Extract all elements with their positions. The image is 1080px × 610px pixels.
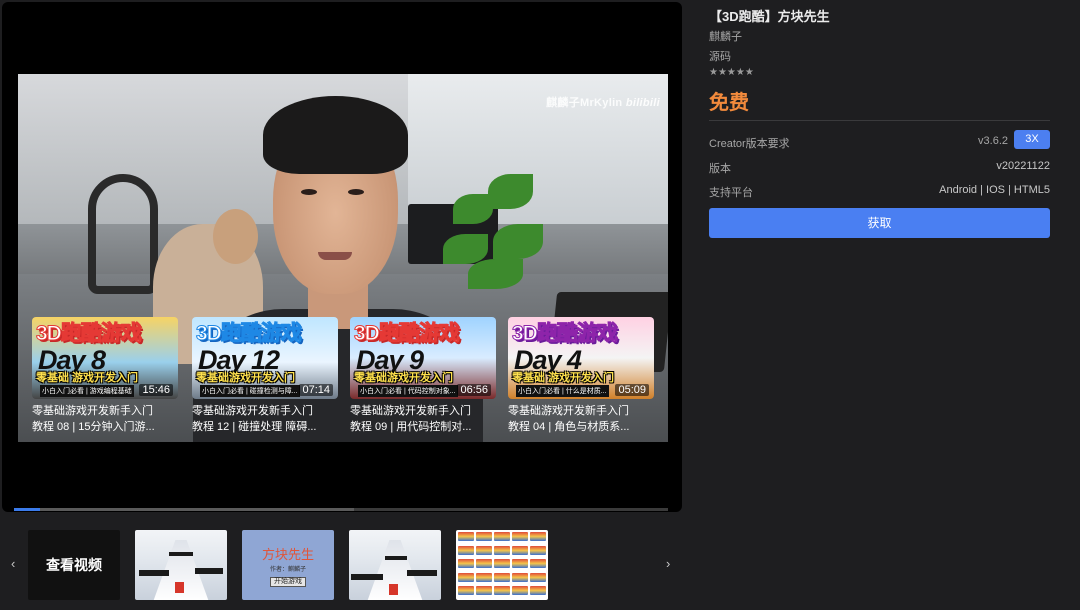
presenter-mouth (318, 252, 352, 260)
caption-line: 教程 08 | 15分钟入门游... (32, 421, 155, 433)
screenshot-thumb[interactable]: 方块先生 作者：麒麟子 开始游戏 (242, 530, 334, 600)
screenshot-thumb[interactable] (456, 530, 548, 600)
end-card-caption[interactable]: 零基础游戏开发新手入门 教程 04 | 角色与材质系... (508, 403, 654, 435)
row-value: v20221122 (996, 160, 1050, 172)
caption-line: 教程 09 | 用代码控制对... (350, 421, 472, 433)
product-author[interactable]: 麒麟子 (709, 28, 742, 44)
scene-chair (88, 174, 158, 294)
watch-video-thumb[interactable]: 查看视频 (28, 530, 120, 600)
caption-line: 教程 04 | 角色与材质系... (508, 421, 630, 433)
thumb-title: 3D跑酷游戏 (196, 322, 303, 346)
end-card-caption[interactable]: 零基础游戏开发新手入门 教程 09 | 用代码控制对... (350, 403, 496, 435)
scene-background-person-head (213, 209, 258, 264)
thumb-banner: 零基础游戏开发入门 (196, 372, 295, 384)
video-duration: 15:46 (139, 384, 173, 396)
video-progress-fill (14, 508, 41, 511)
obstacle-block (385, 556, 407, 560)
video-watermark: 麒麟子MrKylin bilibili (546, 94, 660, 110)
thumb-subtitle: 小白入门必看 | 碰撞检测与障... (200, 385, 300, 397)
end-card[interactable]: 3D跑酷游戏 Day 12 零基础游戏开发入门 小白入门必看 | 碰撞检测与障.… (192, 317, 338, 435)
caption-line: 零基础游戏开发新手入门 (32, 405, 153, 417)
caption-line: 零基础游戏开发新手入门 (192, 405, 313, 417)
end-card-caption[interactable]: 零基础游戏开发新手入门 教程 12 | 碰撞处理 障碍... (192, 403, 338, 435)
product-price: 免费 (709, 92, 749, 114)
caption-line: 零基础游戏开发新手入门 (508, 405, 629, 417)
end-cards: 3D跑酷游戏 Day 8 零基础 游戏开发入门 小白入门必看 | 游戏编程基础 … (32, 317, 668, 437)
end-card-thumbnail[interactable]: 3D跑酷游戏 Day 4 零基础 游戏开发入门 小白入门必看 | 什么是材质..… (508, 317, 654, 399)
thumb-subtitle: 小白入门必看 | 什么是材质... (516, 385, 609, 397)
row-value: Android | IOS | HTML5 (939, 184, 1050, 196)
version-badge[interactable]: 3X (1014, 130, 1050, 149)
caption-line: 教程 12 | 碰撞处理 障碍... (192, 421, 317, 433)
rating-stars-icon: ★★★★★ (709, 67, 754, 78)
video-duration: 07:14 (299, 384, 333, 396)
row-value: v3.6.2 (978, 135, 1008, 147)
obstacle-block (351, 574, 383, 580)
end-card[interactable]: 3D跑酷游戏 Day 9 零基础游戏开发入门 小白入门必看 | 代码控制对象..… (350, 317, 496, 435)
creator-version-row: Creator版本要求 v3.6.2 3X (709, 130, 1050, 151)
menu-title: 方块先生 (261, 547, 314, 562)
platform-row: 支持平台 Android | IOS | HTML5 (709, 184, 1050, 200)
video-duration: 05:09 (615, 384, 649, 396)
thumb-subtitle: 小白入门必看 | 代码控制对象... (358, 385, 458, 397)
thumb-banner: 零基础 游戏开发入门 (36, 372, 139, 384)
screenshot-thumb[interactable] (135, 530, 227, 600)
end-card-thumbnail[interactable]: 3D跑酷游戏 Day 8 零基础 游戏开发入门 小白入门必看 | 游戏编程基础 … (32, 317, 178, 399)
get-button[interactable]: 获取 (709, 208, 1050, 238)
next-arrow-icon[interactable]: › (666, 556, 670, 571)
presenter-eye-right (348, 189, 364, 195)
end-card[interactable]: 3D跑酷游戏 Day 4 零基础 游戏开发入门 小白入门必看 | 什么是材质..… (508, 317, 654, 435)
video-progress-bar[interactable] (14, 508, 668, 511)
thumb-banner: 零基础游戏开发入门 (354, 372, 453, 384)
thumb-title: 3D跑酷游戏 (354, 322, 461, 346)
watermark-text: 麒麟子MrKylin (546, 97, 623, 109)
row-label: Creator版本要求 (709, 138, 790, 150)
menu-start-button: 开始游戏 (270, 577, 306, 587)
end-card-caption[interactable]: 零基础游戏开发新手入门 教程 08 | 15分钟入门游... (32, 403, 178, 435)
menu-author: 作者：麒麟子 (269, 567, 306, 573)
screenshot-thumb[interactable] (349, 530, 441, 600)
obstacle-block (139, 570, 169, 576)
presenter-eye-left (301, 189, 317, 195)
video-player[interactable]: 麒麟子MrKylin bilibili 3D跑酷游戏 Day 8 零基础 游戏开… (2, 2, 682, 512)
app-root: 麒麟子MrKylin bilibili 3D跑酷游戏 Day 8 零基础 游戏开… (0, 0, 1080, 610)
video-duration: 06:56 (457, 384, 491, 396)
row-label: 版本 (709, 163, 731, 175)
video-buffer-fill (14, 508, 355, 511)
thumb-subtitle: 小白入门必看 | 游戏编程基础 (40, 385, 134, 397)
player-cube (389, 584, 398, 595)
bilibili-logo-icon: bilibili (625, 97, 660, 109)
scene-plant (433, 164, 553, 294)
end-card-thumbnail[interactable]: 3D跑酷游戏 Day 9 零基础游戏开发入门 小白入门必看 | 代码控制对象..… (350, 317, 496, 399)
product-title: 【3D跑酷】方块先生 (709, 9, 830, 24)
video-frame[interactable]: 麒麟子MrKylin bilibili 3D跑酷游戏 Day 8 零基础 游戏开… (18, 74, 668, 442)
divider (709, 120, 1050, 121)
end-card[interactable]: 3D跑酷游戏 Day 8 零基础 游戏开发入门 小白入门必看 | 游戏编程基础 … (32, 317, 178, 435)
product-type: 源码 (709, 51, 731, 63)
obstacle-block (169, 552, 193, 556)
thumb-title: 3D跑酷游戏 (512, 322, 619, 346)
obstacle-block (195, 568, 223, 574)
obstacle-block (407, 570, 437, 576)
end-card-thumbnail[interactable]: 3D跑酷游戏 Day 12 零基础游戏开发入门 小白入门必看 | 碰撞检测与障.… (192, 317, 338, 399)
thumb-banner: 零基础 游戏开发入门 (512, 372, 615, 384)
version-row: 版本 v20221122 (709, 160, 1050, 176)
presenter-hair (263, 96, 408, 174)
prev-arrow-icon[interactable]: ‹ (11, 556, 15, 571)
player-cube (175, 582, 184, 593)
caption-line: 零基础游戏开发新手入门 (350, 405, 471, 417)
row-label: 支持平台 (709, 187, 753, 199)
thumb-title: 3D跑酷游戏 (36, 322, 143, 346)
